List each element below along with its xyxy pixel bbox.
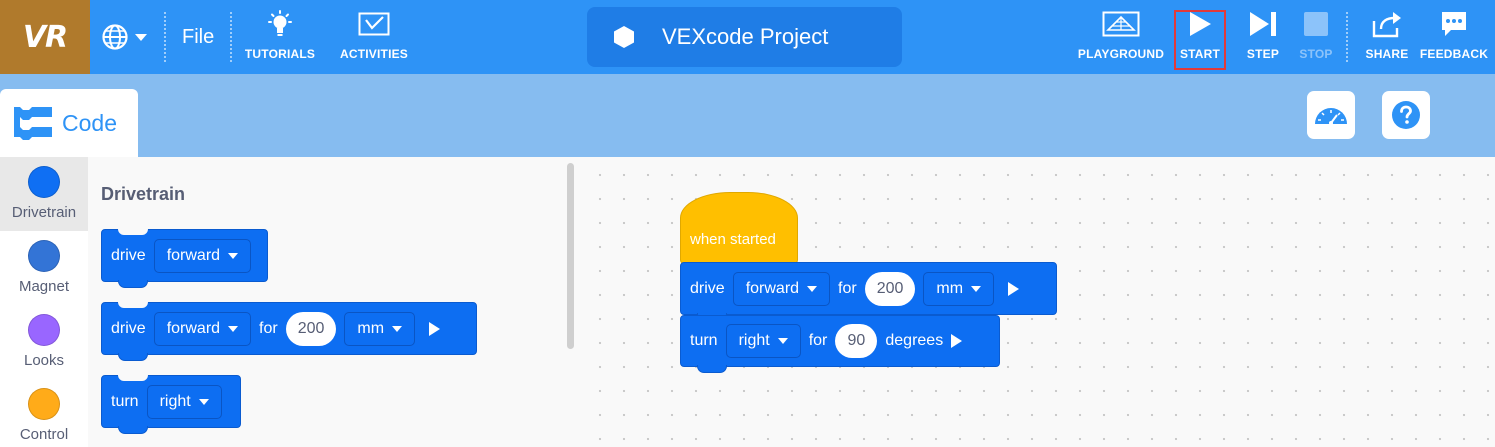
activities-label: ACTIVITIES — [340, 47, 409, 61]
looks-color-dot — [28, 314, 60, 346]
help-icon — [1392, 101, 1420, 129]
block-text: turn — [111, 392, 139, 410]
category-label: Looks — [23, 352, 65, 369]
caret-down-icon — [228, 325, 239, 332]
step-button[interactable]: STEP — [1240, 10, 1286, 66]
turn-block[interactable]: turn right — [101, 375, 241, 434]
block-text: drive — [690, 279, 725, 297]
control-color-dot — [28, 388, 60, 420]
magnet-color-dot — [28, 240, 60, 272]
toolbar-divider — [230, 12, 232, 62]
block-text: when started — [690, 231, 776, 248]
drive-for-block[interactable]: drive forward for 200 mm — [101, 302, 477, 361]
activities-icon — [358, 12, 390, 36]
direction-dropdown[interactable]: forward — [153, 311, 252, 346]
feedback-label: FEEDBACK — [1419, 47, 1489, 61]
hexagon-icon — [614, 26, 634, 48]
drive-block[interactable]: drive forward — [101, 229, 268, 288]
code-blocks-icon — [14, 107, 52, 140]
caret-down-icon — [228, 252, 239, 259]
category-label: Control — [19, 426, 69, 443]
distance-input[interactable]: 200 — [864, 271, 916, 306]
project-title-box[interactable]: VEXcode Project — [587, 7, 902, 67]
tab-code[interactable]: Code — [0, 89, 138, 157]
block-text: drive — [111, 246, 146, 264]
block-text: for — [838, 279, 857, 297]
vr-logo[interactable]: VR — [0, 0, 90, 74]
stop-label: STOP — [1299, 47, 1333, 61]
caret-down-icon — [392, 325, 403, 332]
tutorials-button[interactable]: TUTORIALS — [245, 10, 315, 66]
category-menu: Drivetrain Magnet Looks Control — [0, 157, 88, 447]
activities-button[interactable]: ACTIVITIES — [340, 10, 408, 66]
lightbulb-icon — [268, 10, 292, 36]
block-text: for — [259, 319, 278, 337]
share-label: SHARE — [1365, 47, 1409, 61]
play-icon — [1190, 12, 1211, 36]
block-text: turn — [690, 332, 718, 349]
step-label: STEP — [1246, 47, 1280, 61]
direction-dropdown[interactable]: right — [146, 384, 222, 419]
tutorials-label: TUTORIALS — [244, 47, 316, 61]
category-label: Drivetrain — [11, 204, 77, 221]
globe-icon — [102, 24, 128, 50]
flyout-scrollbar[interactable] — [567, 163, 574, 349]
share-button[interactable]: SHARE — [1362, 10, 1412, 66]
direction-dropdown[interactable]: forward — [153, 238, 252, 273]
start-button[interactable]: START — [1176, 10, 1224, 66]
run-block-icon[interactable] — [1008, 281, 1020, 296]
direction-dropdown[interactable]: right — [725, 324, 801, 358]
direction-dropdown[interactable]: forward — [732, 271, 831, 306]
editor-subbar: Code — [0, 74, 1495, 157]
category-magnet[interactable]: Magnet — [0, 231, 88, 305]
flyout-section-title: Drivetrain — [101, 184, 186, 204]
start-label: START — [1179, 47, 1221, 61]
file-menu-button[interactable]: File — [182, 26, 214, 49]
share-icon — [1372, 12, 1401, 38]
stop-icon — [1304, 12, 1328, 36]
playground-icon — [1102, 11, 1140, 37]
help-button[interactable] — [1382, 91, 1430, 139]
logo-text: VR — [22, 19, 68, 55]
chevron-down-icon — [135, 33, 147, 41]
angle-input[interactable]: 90 — [835, 324, 878, 358]
block-text: drive — [111, 319, 146, 337]
run-block-icon[interactable] — [951, 334, 963, 348]
gauge-icon — [1315, 108, 1347, 125]
caret-down-icon — [198, 398, 209, 405]
project-title: VEXcode Project — [662, 24, 829, 49]
block-text: degrees — [885, 332, 944, 349]
unit-dropdown[interactable]: mm — [344, 311, 416, 346]
unit-dropdown[interactable]: mm — [923, 271, 995, 306]
drive-for-block[interactable]: drive forward for 200 mm — [680, 262, 1057, 321]
caret-down-icon — [777, 338, 788, 344]
step-icon — [1250, 12, 1276, 36]
top-toolbar: VR File TUTORIALS ACTIVITIES VEXcode Pro… — [0, 0, 1495, 74]
playground-label: PLAYGROUND — [1077, 47, 1165, 61]
feedback-button[interactable]: FEEDBACK — [1420, 10, 1488, 66]
dashboard-button[interactable] — [1307, 91, 1355, 139]
language-menu-button[interactable] — [101, 22, 153, 52]
when-started-block[interactable]: when started — [680, 192, 798, 264]
run-block-icon[interactable] — [429, 321, 441, 336]
category-drivetrain[interactable]: Drivetrain — [0, 157, 88, 231]
category-looks[interactable]: Looks — [0, 305, 88, 379]
caret-down-icon — [807, 285, 818, 292]
block-text: for — [808, 332, 828, 349]
distance-input[interactable]: 200 — [285, 311, 337, 346]
caret-down-icon — [971, 285, 982, 292]
toolbar-divider — [164, 12, 166, 62]
tab-code-label: Code — [62, 109, 117, 136]
drivetrain-color-dot — [28, 166, 60, 198]
category-label: Magnet — [18, 278, 70, 295]
toolbar-divider — [1346, 12, 1348, 62]
feedback-icon — [1442, 12, 1466, 36]
category-control[interactable]: Control — [0, 379, 88, 447]
turn-for-block[interactable]: turn right for 90 degrees — [680, 315, 1000, 373]
stop-button[interactable]: STOP — [1294, 10, 1338, 66]
playground-button[interactable]: PLAYGROUND — [1078, 10, 1164, 66]
